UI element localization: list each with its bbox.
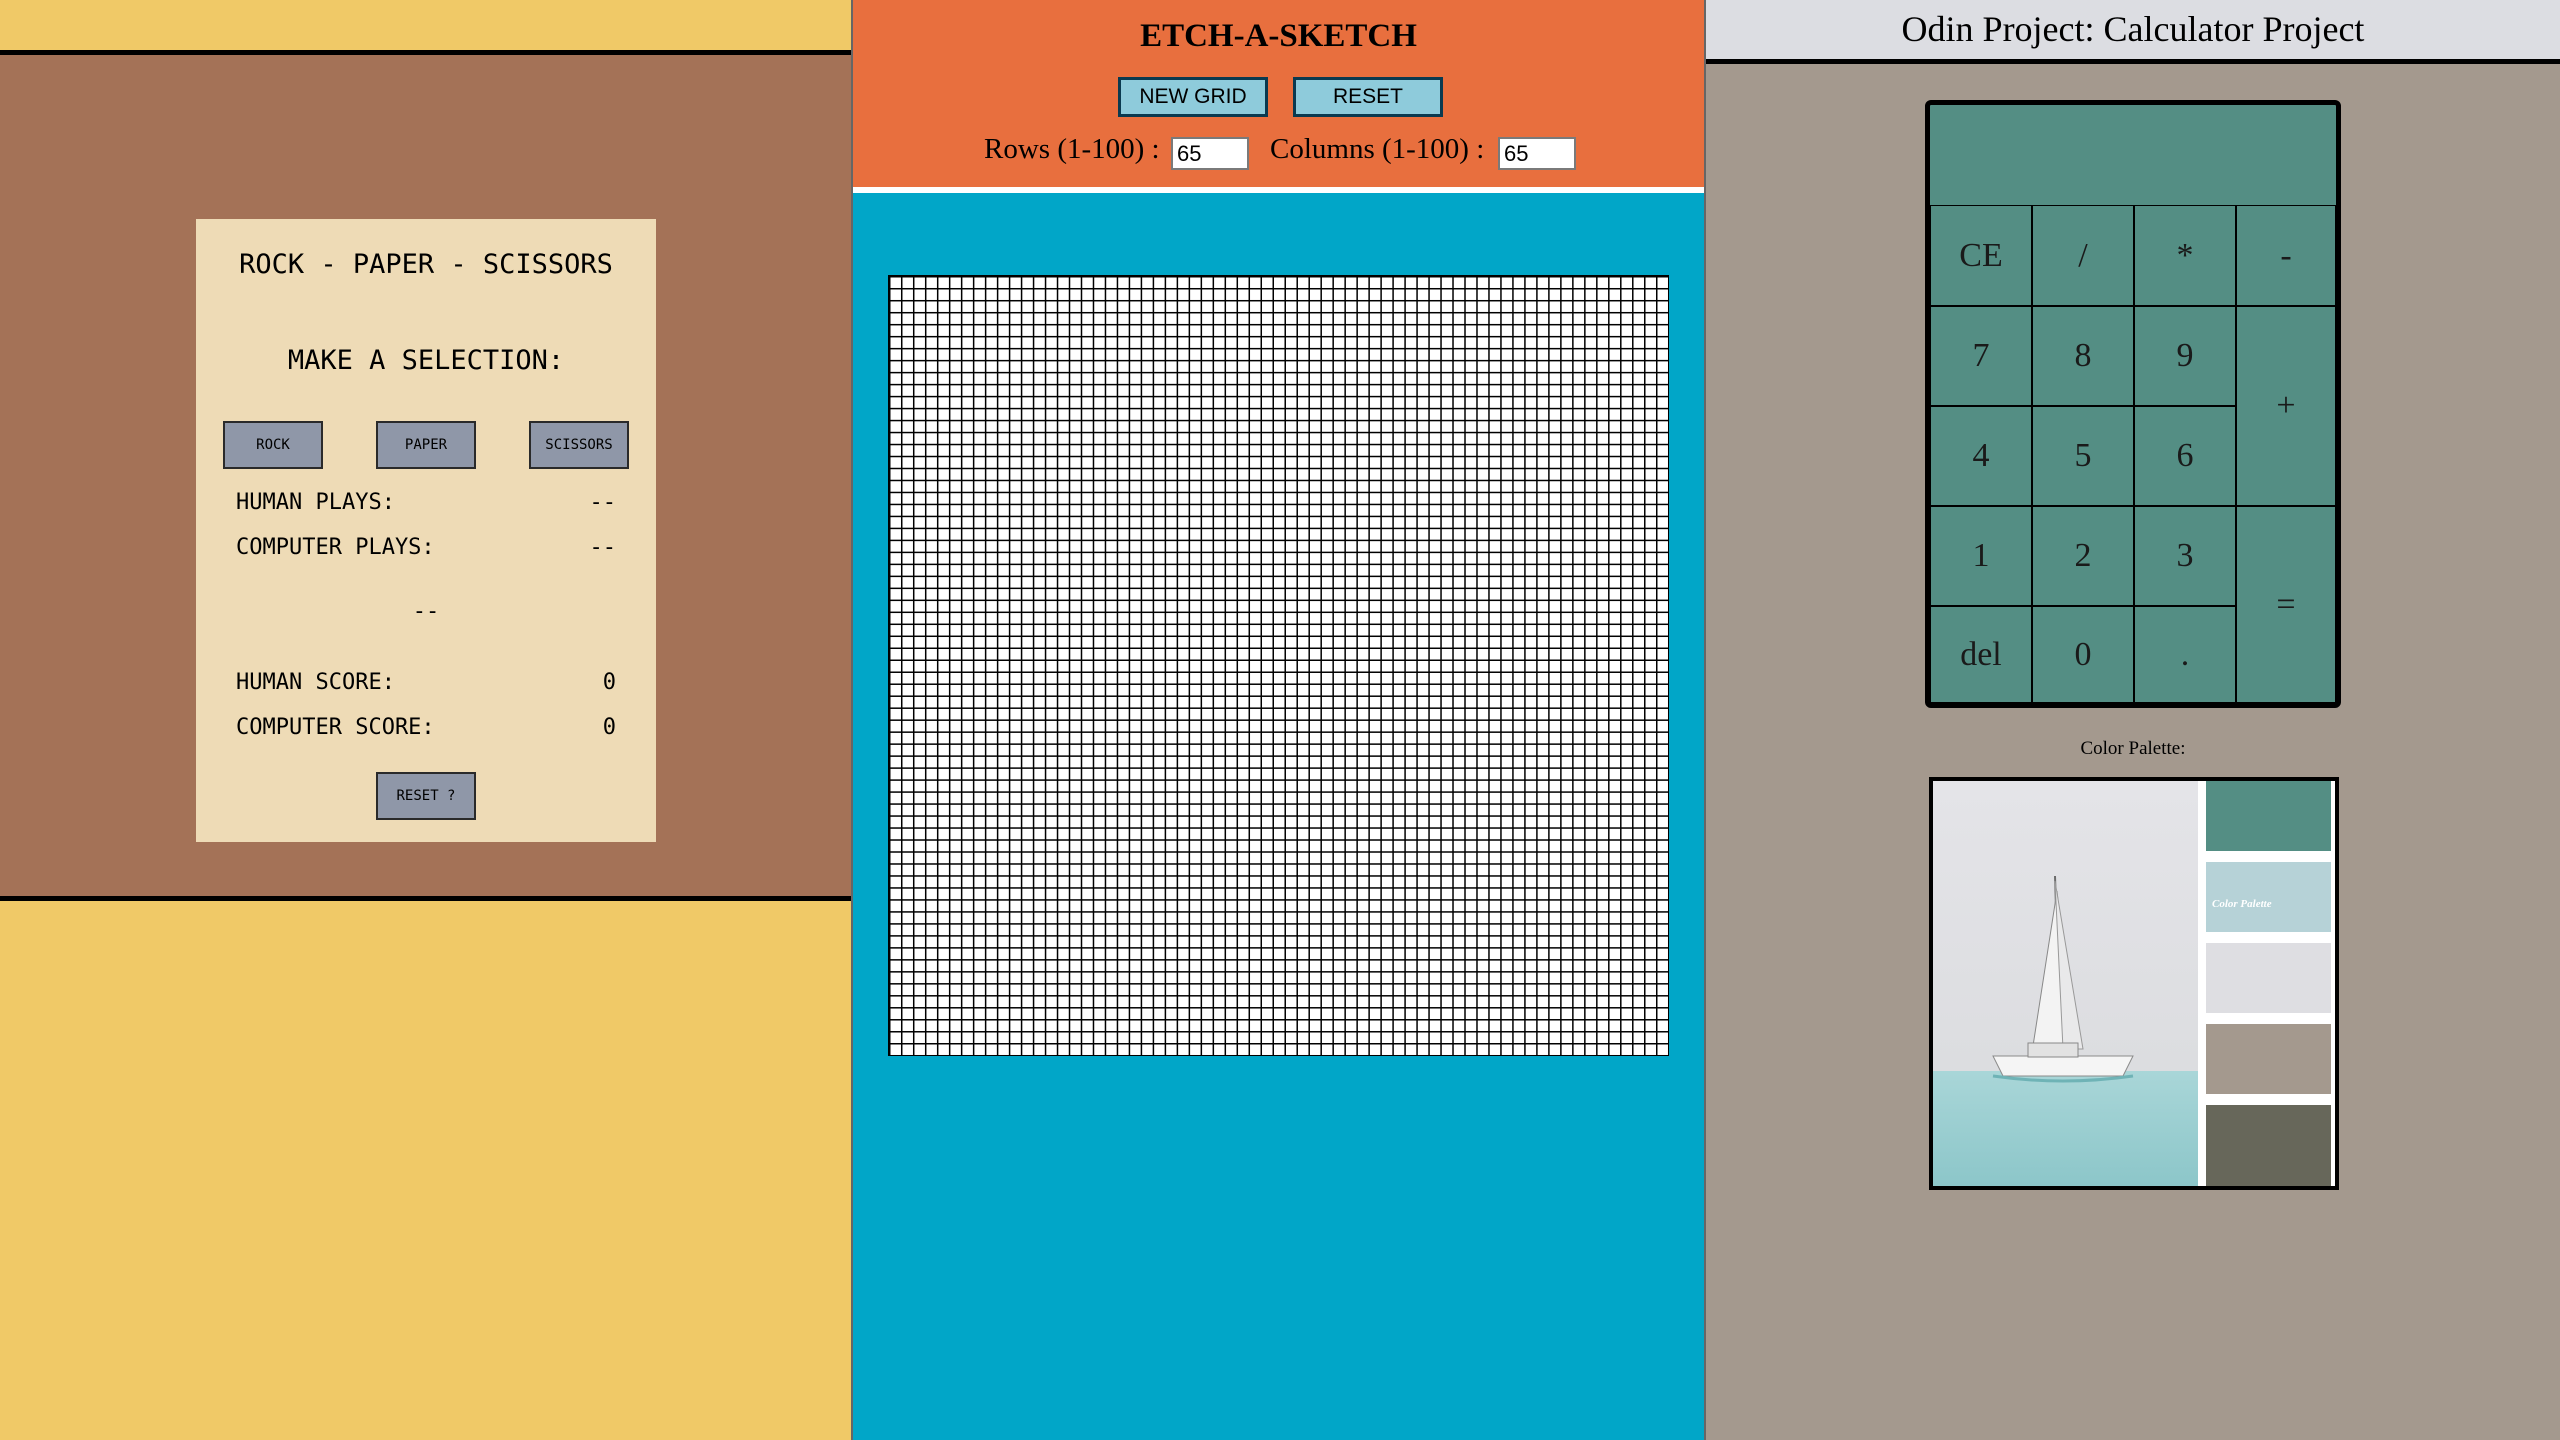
equals-key[interactable]: =: [2236, 506, 2336, 703]
key-5[interactable]: 5: [2032, 406, 2134, 506]
human-score-label: HUMAN SCORE:: [236, 670, 395, 695]
calc-header: Odin Project: Calculator Project: [1706, 0, 2560, 64]
key-2[interactable]: 2: [2032, 506, 2134, 606]
rps-title: ROCK - PAPER - SCISSORS: [239, 249, 613, 280]
key-6[interactable]: 6: [2134, 406, 2236, 506]
human-plays-label: HUMAN PLAYS:: [236, 490, 395, 515]
human-score-row: HUMAN SCORE: 0: [236, 670, 616, 695]
columns-input[interactable]: [1498, 137, 1576, 170]
round-result: --: [412, 599, 440, 624]
swatch-column: Color Palette: [2198, 781, 2335, 1186]
key-8[interactable]: 8: [2032, 306, 2134, 406]
etch-header: ETCH-A-SKETCH NEW GRID RESET Rows (1-100…: [853, 0, 1704, 193]
calc-display: [1930, 105, 2336, 207]
sailboat-photo: [1933, 781, 2198, 1186]
key-7[interactable]: 7: [1930, 306, 2032, 406]
computer-plays-row: COMPUTER PLAYS: --: [236, 535, 616, 560]
sailboat-icon: [1933, 781, 2198, 1186]
palette-label: Color Palette:: [2080, 738, 2186, 759]
minus-key[interactable]: -: [2236, 205, 2336, 306]
key-1[interactable]: 1: [1930, 506, 2032, 606]
rock-button[interactable]: ROCK: [223, 421, 323, 469]
rps-selection-prompt: MAKE A SELECTION:: [287, 345, 565, 376]
rows-label: Rows (1-100) :: [984, 133, 1160, 165]
rps-reset-button[interactable]: RESET ?: [376, 772, 476, 820]
palette-caption: Color Palette: [2212, 898, 2272, 910]
new-grid-button[interactable]: NEW GRID: [1118, 77, 1268, 117]
decimal-key[interactable]: .: [2134, 606, 2236, 703]
etch-title: ETCH-A-SKETCH: [1140, 18, 1417, 54]
calculator: CE / * - 7 8 9 + 4 5 6 1 2 3 = del 0 .: [1925, 100, 2341, 708]
etch-reset-button[interactable]: RESET: [1293, 77, 1443, 117]
clear-entry-key[interactable]: CE: [1930, 205, 2032, 306]
computer-score-value: 0: [602, 715, 616, 740]
computer-plays-value: --: [589, 535, 617, 560]
key-4[interactable]: 4: [1930, 406, 2032, 506]
paper-button[interactable]: PAPER: [376, 421, 476, 469]
human-score-value: 0: [602, 670, 616, 695]
divide-key[interactable]: /: [2032, 205, 2134, 306]
plus-key[interactable]: +: [2236, 306, 2336, 506]
etch-panel: ETCH-A-SKETCH NEW GRID RESET Rows (1-100…: [851, 0, 1706, 1440]
color-palette-image: Color Palette: [1929, 777, 2339, 1190]
swatch-2: Color Palette: [2206, 862, 2331, 932]
key-3[interactable]: 3: [2134, 506, 2236, 606]
rps-card: ROCK - PAPER - SCISSORS MAKE A SELECTION…: [196, 219, 656, 842]
key-9[interactable]: 9: [2134, 306, 2236, 406]
swatch-3: [2206, 943, 2331, 1013]
key-0[interactable]: 0: [2032, 606, 2134, 703]
computer-plays-label: COMPUTER PLAYS:: [236, 535, 435, 560]
delete-key[interactable]: del: [1930, 606, 2032, 703]
calculator-panel: Odin Project: Calculator Project CE / * …: [1706, 0, 2560, 1440]
rps-panel: ROCK - PAPER - SCISSORS MAKE A SELECTION…: [0, 0, 851, 1440]
rows-input[interactable]: [1171, 137, 1249, 170]
sketch-grid[interactable]: [888, 275, 1669, 1056]
columns-label: Columns (1-100) :: [1270, 133, 1485, 165]
rps-band: ROCK - PAPER - SCISSORS MAKE A SELECTION…: [0, 50, 851, 901]
swatch-4: [2206, 1024, 2331, 1094]
computer-score-row: COMPUTER SCORE: 0: [236, 715, 616, 740]
computer-score-label: COMPUTER SCORE:: [236, 715, 435, 740]
human-plays-row: HUMAN PLAYS: --: [236, 490, 616, 515]
multiply-key[interactable]: *: [2134, 205, 2236, 306]
swatch-1: [2206, 781, 2331, 851]
scissors-button[interactable]: SCISSORS: [529, 421, 629, 469]
calc-title: Odin Project: Calculator Project: [1901, 9, 2365, 49]
swatch-5: [2206, 1105, 2331, 1186]
human-plays-value: --: [589, 490, 617, 515]
